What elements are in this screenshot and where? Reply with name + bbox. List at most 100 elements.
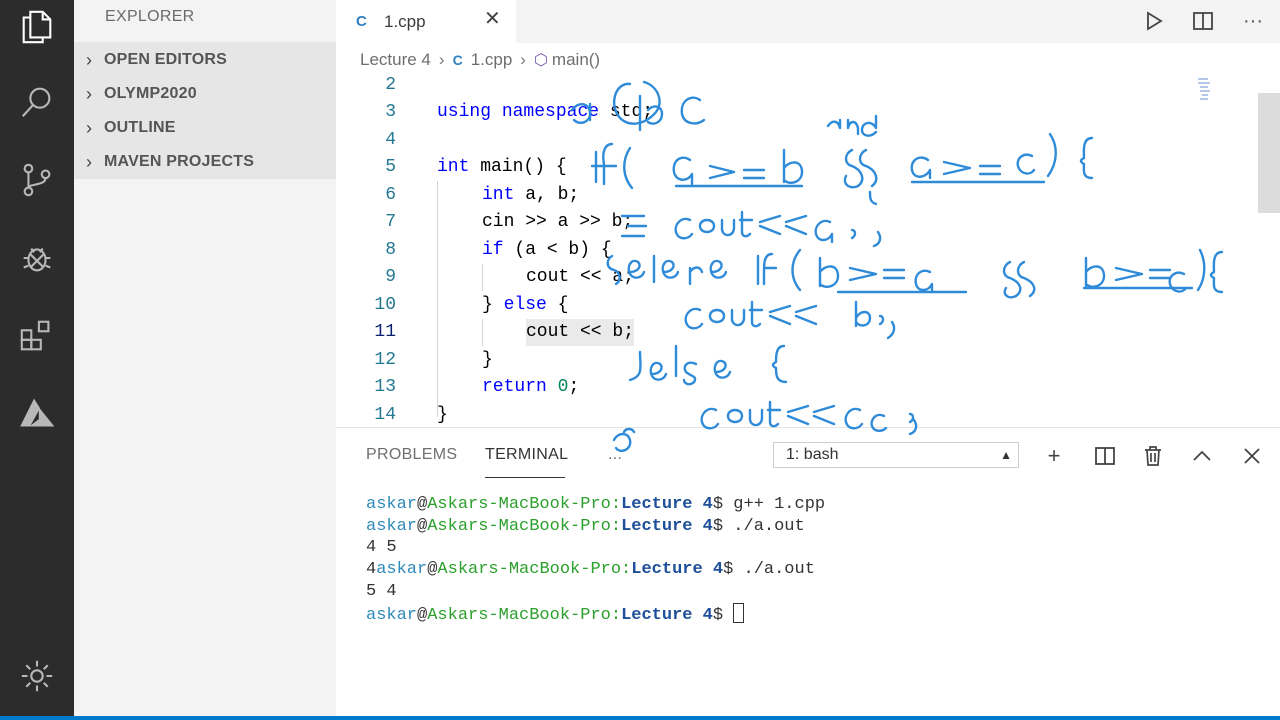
line-number: 13 bbox=[374, 377, 396, 397]
line-number: 3 bbox=[385, 102, 396, 122]
code-text: } else { bbox=[482, 292, 568, 319]
tab-label: 1.cpp bbox=[384, 11, 426, 31]
close-icon[interactable]: ✕ bbox=[484, 6, 501, 31]
extensions-icon[interactable] bbox=[17, 316, 57, 356]
files-icon[interactable] bbox=[17, 7, 57, 47]
terminal-cursor bbox=[733, 602, 745, 623]
code-token: ; bbox=[568, 377, 580, 397]
code-line: 13 return 0; bbox=[336, 374, 1280, 401]
active-tab-indicator bbox=[485, 477, 565, 478]
terminal-user: askar bbox=[366, 516, 418, 536]
code-text: cout << a; bbox=[526, 267, 635, 287]
terminal-dir: Lecture 4 bbox=[621, 495, 713, 514]
code-line: 4 bbox=[336, 127, 1280, 154]
chevron-right-icon: › bbox=[520, 50, 526, 69]
code-line: 12} bbox=[336, 347, 1280, 374]
terminal-dir: Lecture 4 bbox=[621, 516, 713, 536]
tab-problems[interactable]: PROBLEMS bbox=[366, 446, 457, 464]
keyword: using bbox=[437, 102, 492, 122]
section-olymp2020[interactable]: › OLYMP2020 bbox=[74, 77, 336, 111]
split-editor-icon[interactable] bbox=[1188, 6, 1218, 36]
tab-terminal[interactable]: TERMINAL bbox=[485, 446, 568, 464]
code-token: main() { bbox=[469, 157, 567, 177]
terminal-prompt: $ bbox=[712, 516, 734, 536]
section-outline[interactable]: › OUTLINE bbox=[74, 111, 336, 145]
number-literal: 0 bbox=[557, 377, 569, 397]
code-line: 11 cout << b; bbox=[336, 319, 1280, 346]
terminal-command: ./a.out bbox=[743, 560, 815, 580]
line-number: 8 bbox=[385, 240, 396, 260]
code-text: using namespace std; bbox=[437, 99, 653, 126]
chevron-up-icon[interactable] bbox=[1187, 441, 1217, 471]
select-arrows-icon: ▲ bbox=[1000, 448, 1012, 462]
code-token: { bbox=[546, 295, 569, 315]
close-icon[interactable] bbox=[1237, 441, 1267, 471]
terminal-prompt: $ bbox=[712, 495, 734, 514]
terminal-at: @ bbox=[417, 605, 428, 625]
terminal-select-value: 1: bash bbox=[786, 446, 839, 463]
terminal-at: @ bbox=[417, 495, 428, 514]
azure-icon[interactable] bbox=[17, 394, 57, 434]
terminal-at: @ bbox=[417, 516, 428, 536]
debug-icon[interactable] bbox=[17, 238, 57, 278]
minimap[interactable] bbox=[1196, 77, 1218, 103]
section-label: OUTLINE bbox=[104, 119, 176, 136]
section-open-editors[interactable]: › OPEN EDITORS bbox=[74, 43, 336, 77]
terminal-command: g++ 1.cpp bbox=[733, 495, 826, 514]
line-number: 14 bbox=[374, 405, 396, 425]
split-terminal-icon[interactable] bbox=[1090, 441, 1120, 471]
source-control-icon[interactable] bbox=[17, 160, 57, 200]
chevron-right-icon: › bbox=[86, 84, 92, 104]
code-line: 8 if (a < b) { bbox=[336, 237, 1280, 264]
trash-icon[interactable] bbox=[1138, 441, 1168, 471]
terminal-host: Askars-MacBook-Pro: bbox=[437, 560, 632, 580]
breadcrumb-folder[interactable]: Lecture 4 bbox=[360, 50, 431, 70]
add-terminal-icon[interactable]: + bbox=[1039, 441, 1069, 471]
tab-1cpp[interactable]: C 1.cpp ✕ bbox=[336, 0, 516, 43]
section-label: OLYMP2020 bbox=[104, 85, 197, 102]
run-icon[interactable] bbox=[1139, 6, 1169, 36]
keyword: int bbox=[437, 157, 470, 177]
code-text: if (a < b) { bbox=[482, 237, 612, 264]
terminal-host: Askars-MacBook-Pro: bbox=[427, 516, 622, 536]
section-maven-projects[interactable]: › MAVEN PROJECTS bbox=[74, 145, 336, 179]
explorer-sidebar: EXPLORER › OPEN EDITORS › OLYMP2020 › OU… bbox=[74, 0, 336, 716]
keyword: return bbox=[482, 377, 547, 397]
code-token: (a < b) { bbox=[503, 240, 612, 260]
tab-more[interactable]: ... bbox=[608, 446, 622, 464]
keyword: namespace bbox=[501, 102, 600, 122]
terminal-host: Askars-MacBook-Pro: bbox=[427, 605, 622, 625]
terminal-select[interactable]: 1: bash ▲ bbox=[773, 442, 1019, 468]
terminal-prompt: $ bbox=[712, 605, 734, 625]
code-line: 7 cin >> a >> b; bbox=[336, 209, 1280, 236]
search-icon[interactable] bbox=[17, 82, 57, 122]
breadcrumb-symbol[interactable]: main() bbox=[552, 50, 600, 70]
code-editor[interactable]: 2 3 using namespace std; 4 5 int main() { … bbox=[336, 77, 1280, 427]
line-number: 4 bbox=[385, 130, 396, 150]
code-line: 5 int main() { bbox=[336, 154, 1280, 181]
editor-scrollbar[interactable] bbox=[1258, 93, 1280, 213]
terminal-dir: Lecture 4 bbox=[631, 560, 724, 580]
more-icon[interactable]: ··· bbox=[1238, 6, 1268, 36]
terminal-at: @ bbox=[427, 560, 438, 580]
terminal-output[interactable]: askar@Askars-MacBook-Pro:Lecture 4$ g++ … bbox=[366, 494, 825, 626]
terminal-output-line: 5 4 bbox=[366, 581, 397, 601]
terminal-user: askar bbox=[366, 605, 418, 625]
code-line: 6 int a, b; bbox=[336, 182, 1280, 209]
terminal-output-line: 4 bbox=[366, 560, 377, 580]
chevron-right-icon: › bbox=[86, 152, 92, 172]
editor-tab-bar: C 1.cpp ✕ ··· bbox=[336, 0, 1280, 43]
code-text: int a, b; bbox=[482, 182, 579, 209]
line-number: 6 bbox=[385, 185, 396, 205]
bottom-panel: PROBLEMS TERMINAL ... 1: bash ▲ + askar@… bbox=[336, 427, 1280, 716]
activity-bar bbox=[0, 0, 74, 716]
line-number: 12 bbox=[374, 350, 396, 370]
gear-icon[interactable] bbox=[17, 656, 57, 696]
code-text: cout << b; bbox=[526, 319, 635, 346]
line-number: 5 bbox=[385, 157, 396, 177]
keyword: else bbox=[503, 295, 547, 315]
code-line: 3 using namespace std; bbox=[336, 99, 1280, 126]
cpp-file-icon: C bbox=[356, 13, 367, 30]
breadcrumb-file[interactable]: 1.cpp bbox=[471, 50, 513, 70]
code-text: } bbox=[437, 405, 448, 425]
